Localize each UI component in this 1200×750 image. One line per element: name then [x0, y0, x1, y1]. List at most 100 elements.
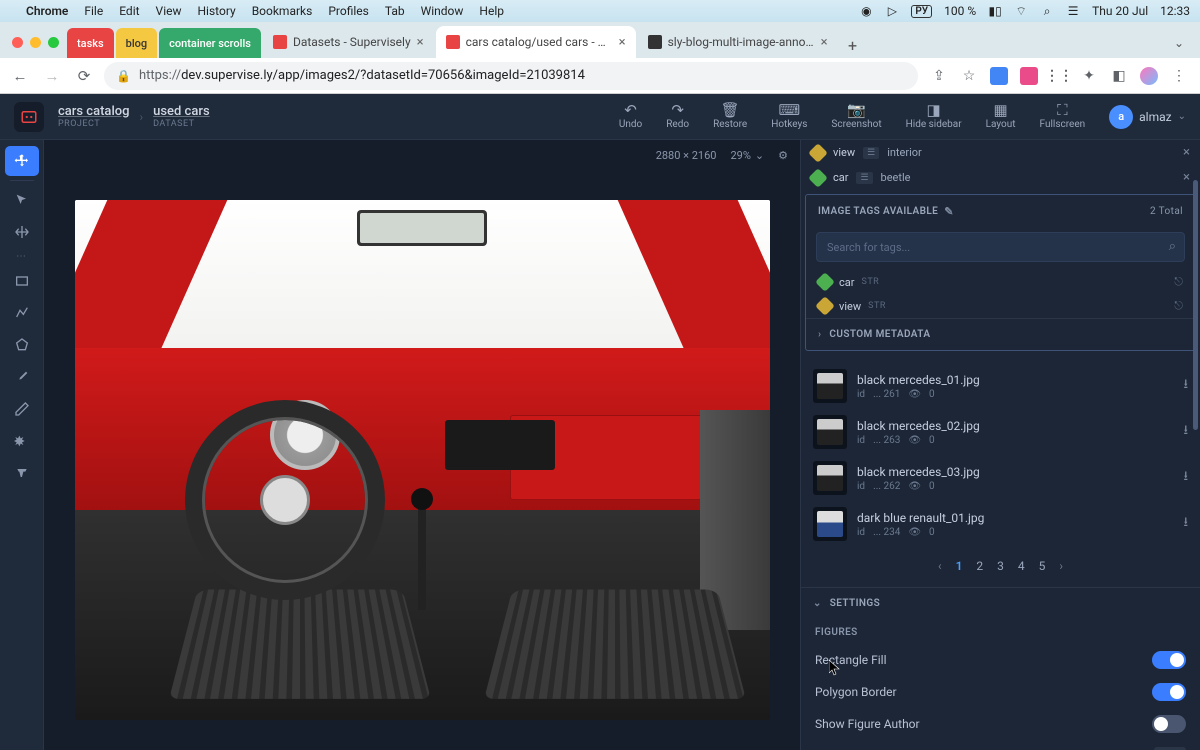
- screenshot-button[interactable]: 📷Screenshot: [821, 99, 891, 134]
- lock-icon[interactable]: 🔒: [116, 69, 131, 83]
- select-tool[interactable]: [5, 185, 39, 215]
- page-number[interactable]: 1: [956, 559, 963, 573]
- status-play-icon[interactable]: ▷: [885, 4, 899, 18]
- menubar-time[interactable]: 12:33: [1160, 4, 1190, 18]
- polygon-border-toggle[interactable]: [1152, 683, 1186, 701]
- extensions-puzzle-icon[interactable]: ✦: [1080, 67, 1098, 85]
- settings-header[interactable]: ⌄ SETTINGS: [801, 588, 1200, 619]
- remove-tag-button[interactable]: ×: [1183, 170, 1190, 185]
- menubar-date[interactable]: Thu 20 Jul: [1092, 4, 1148, 18]
- download-icon[interactable]: ⭳: [1183, 513, 1188, 535]
- undo-button[interactable]: ↶Undo: [609, 99, 652, 134]
- address-bar[interactable]: 🔒 https://dev.supervise.ly/app/images2/?…: [104, 62, 918, 90]
- hotkeys-button[interactable]: ⌨Hotkeys: [761, 99, 817, 134]
- user-menu[interactable]: a almaz ⌄: [1109, 105, 1186, 129]
- profile-avatar-icon[interactable]: [1140, 67, 1158, 85]
- pan-tool[interactable]: [5, 146, 39, 176]
- zoom-control[interactable]: 29% ⌄: [730, 149, 764, 162]
- page-number[interactable]: 4: [1018, 559, 1025, 573]
- canvas-viewport[interactable]: [44, 170, 800, 750]
- tab-github-blog[interactable]: sly-blog-multi-image-annotat ×: [638, 26, 838, 58]
- canvas-settings-icon[interactable]: ⚙: [778, 149, 788, 162]
- page-number[interactable]: 2: [976, 559, 983, 573]
- window-zoom-button[interactable]: [48, 37, 59, 48]
- reload-button[interactable]: ⟳: [72, 64, 96, 88]
- menu-bookmarks[interactable]: Bookmarks: [252, 4, 313, 18]
- control-center-icon[interactable]: ☰: [1066, 4, 1080, 18]
- pinned-tab-blog[interactable]: blog: [116, 28, 157, 58]
- text-tool[interactable]: [5, 458, 39, 488]
- image-list-item[interactable]: black mercedes_02.jpg id... 263👁0 ⭳: [805, 409, 1196, 455]
- remove-tag-button[interactable]: ×: [1183, 145, 1190, 160]
- pinned-tab-scrolls[interactable]: container scrolls: [159, 28, 261, 58]
- rectangle-tool[interactable]: [5, 266, 39, 296]
- scrollbar-thumb[interactable]: [1193, 180, 1198, 430]
- page-number[interactable]: 5: [1039, 559, 1046, 573]
- fullscreen-button[interactable]: ⛶Fullscreen: [1030, 99, 1096, 134]
- menu-file[interactable]: File: [84, 4, 103, 18]
- available-tag-row[interactable]: view STR ⎋: [806, 294, 1195, 318]
- pinned-tab-tasks[interactable]: tasks: [67, 28, 114, 58]
- breadcrumb-project[interactable]: cars catalog: [58, 104, 130, 119]
- download-icon[interactable]: ⭳: [1183, 421, 1188, 443]
- polygon-tool[interactable]: [5, 330, 39, 360]
- app-logo[interactable]: [14, 102, 44, 132]
- status-dnd-icon[interactable]: ◉: [859, 4, 873, 18]
- show-author-toggle[interactable]: [1152, 715, 1186, 733]
- image-list-item[interactable]: dark blue renault_01.jpg id... 234👁0 ⭳: [805, 501, 1196, 547]
- edit-icon[interactable]: ✎: [944, 205, 954, 218]
- layout-button[interactable]: ▦Layout: [976, 99, 1026, 134]
- custom-metadata-header[interactable]: › CUSTOM METADATA: [806, 318, 1195, 350]
- menu-history[interactable]: History: [198, 4, 236, 18]
- page-number[interactable]: 3: [997, 559, 1004, 573]
- page-next-button[interactable]: ›: [1059, 559, 1063, 573]
- tags-search-input[interactable]: [816, 232, 1185, 262]
- image-list-item[interactable]: black mercedes_01.jpg id... 261👁0 ⭳: [805, 363, 1196, 409]
- download-icon[interactable]: ⭳: [1183, 375, 1188, 397]
- restore-button[interactable]: 🗑Restore: [703, 99, 757, 134]
- extension-menu-icon[interactable]: ⋮⋮: [1050, 67, 1068, 85]
- wifi-icon[interactable]: ⌔: [1014, 4, 1028, 18]
- page-prev-button[interactable]: ‹: [938, 559, 942, 573]
- annotated-image[interactable]: [75, 200, 770, 720]
- chrome-menu-icon[interactable]: ⋮: [1170, 67, 1188, 85]
- polyline-tool[interactable]: [5, 298, 39, 328]
- image-list-item[interactable]: black mercedes_03.jpg id... 262👁0 ⭳: [805, 455, 1196, 501]
- share-icon[interactable]: ⇪: [930, 67, 948, 85]
- search-icon[interactable]: ⌕: [1169, 239, 1176, 254]
- extension-icon[interactable]: [1020, 67, 1038, 85]
- menu-tab[interactable]: Tab: [385, 4, 405, 18]
- window-close-button[interactable]: [12, 37, 23, 48]
- back-button[interactable]: ←: [8, 64, 32, 88]
- menu-view[interactable]: View: [156, 4, 182, 18]
- available-tag-row[interactable]: car STR ⎋: [806, 270, 1195, 294]
- pen-tool[interactable]: [5, 394, 39, 424]
- bookmark-star-icon[interactable]: ☆: [960, 67, 978, 85]
- window-minimize-button[interactable]: [30, 37, 41, 48]
- move-tool[interactable]: [5, 217, 39, 247]
- close-icon[interactable]: ×: [821, 35, 828, 50]
- menu-profiles[interactable]: Profiles: [328, 4, 369, 18]
- menu-window[interactable]: Window: [421, 4, 464, 18]
- redo-button[interactable]: ↷Redo: [656, 99, 699, 134]
- side-panel-icon[interactable]: ◧: [1110, 67, 1128, 85]
- close-icon[interactable]: ×: [619, 35, 626, 50]
- forward-button[interactable]: →: [40, 64, 64, 88]
- download-icon[interactable]: ⭳: [1183, 467, 1188, 489]
- smart-tool[interactable]: [5, 426, 39, 456]
- tab-cars-catalog[interactable]: cars catalog/used cars - Supe ×: [436, 26, 636, 58]
- app-menu[interactable]: Chrome: [26, 4, 68, 18]
- hide-sidebar-button[interactable]: ◨Hide sidebar: [896, 99, 972, 134]
- tabs-dropdown-button[interactable]: ⌄: [1166, 36, 1192, 58]
- close-icon[interactable]: ×: [417, 35, 424, 50]
- new-tab-button[interactable]: +: [840, 32, 866, 58]
- rectangle-fill-toggle[interactable]: [1152, 651, 1186, 669]
- extension-translate-icon[interactable]: [990, 67, 1008, 85]
- menu-help[interactable]: Help: [479, 4, 504, 18]
- input-lang[interactable]: РУ: [911, 5, 932, 18]
- breadcrumb-dataset[interactable]: used cars: [153, 104, 210, 119]
- spotlight-icon[interactable]: ⌕: [1040, 4, 1054, 18]
- menu-edit[interactable]: Edit: [119, 4, 139, 18]
- brush-tool[interactable]: [5, 362, 39, 392]
- tab-datasets[interactable]: Datasets - Supervisely ×: [263, 26, 434, 58]
